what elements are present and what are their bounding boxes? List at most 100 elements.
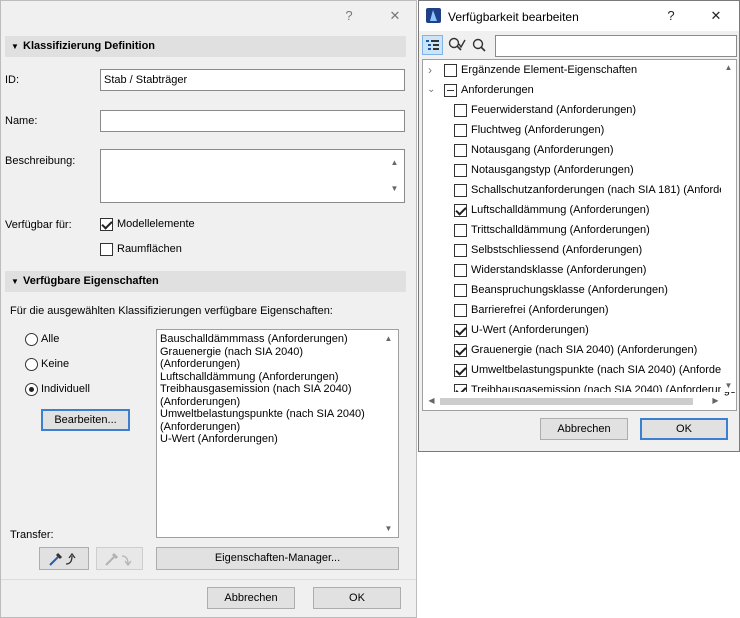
partial-mark-icon — [447, 90, 454, 91]
tree-item[interactable]: Umweltbelastungspunkte (nach SIA 2040) (… — [423, 360, 736, 380]
chevron-right-icon[interactable]: › — [428, 60, 432, 80]
name-field[interactable] — [100, 110, 405, 132]
tree-item[interactable]: Trittschalldämmung (Anforderungen) — [423, 220, 723, 240]
radio-all-option[interactable]: Alle — [25, 333, 125, 349]
tree-item[interactable]: Feuerwiderstand (Anforderungen) — [423, 100, 723, 120]
scroll-up-icon[interactable]: ▲ — [381, 334, 396, 343]
item-checkbox[interactable] — [454, 244, 467, 257]
tree-item[interactable]: Schallschutzanforderungen (nach SIA 181)… — [423, 180, 736, 200]
group-checkbox-partial[interactable] — [444, 84, 457, 97]
item-checkbox[interactable] — [454, 344, 467, 357]
pick-up-settings-button[interactable] — [39, 547, 89, 570]
item-label: Schallschutzanforderungen (nach SIA 181)… — [471, 184, 737, 196]
section-header-properties[interactable]: ▼ Verfügbare Eigenschaften — [5, 271, 406, 292]
scroll-down-icon[interactable]: ▼ — [387, 179, 402, 199]
id-label: ID: — [5, 74, 20, 86]
scroll-up-icon[interactable]: ▲ — [387, 153, 402, 173]
search-input[interactable] — [495, 35, 737, 57]
model-elements-checkbox[interactable] — [100, 218, 113, 231]
radio-all[interactable] — [25, 333, 38, 346]
item-checkbox[interactable] — [454, 104, 467, 117]
item-checkbox[interactable] — [454, 284, 467, 297]
scrollbar-thumb[interactable] — [440, 398, 693, 405]
tree-item[interactable]: Barrierefrei (Anforderungen) — [423, 300, 723, 320]
item-label: Umweltbelastungspunkte (nach SIA 2040) (… — [471, 364, 737, 376]
tree-item[interactable]: Selbstschliessend (Anforderungen) — [423, 240, 723, 260]
cancel-button[interactable]: Abbrechen — [207, 587, 295, 609]
radio-individual-option[interactable]: Individuell — [25, 383, 125, 399]
item-checkbox[interactable] — [454, 224, 467, 237]
filter-selected-button[interactable] — [446, 35, 467, 55]
scroll-down-icon[interactable]: ▼ — [721, 381, 736, 390]
item-checkbox[interactable] — [454, 364, 467, 377]
item-checkbox[interactable] — [454, 144, 467, 157]
property-list-line: Umweltbelastungspunkte (nach SIA 2040) — [160, 408, 365, 420]
close-button[interactable]: ✕ — [385, 6, 405, 26]
property-list-line: (Anforderungen) — [160, 420, 241, 433]
scroll-up-icon[interactable]: ▲ — [721, 63, 736, 72]
item-checkbox[interactable] — [454, 184, 467, 197]
property-list-line: Treibhausgasemission (nach SIA 2040) — [160, 383, 352, 395]
tree-item[interactable]: Grauenergie (nach SIA 2040) (Anforderung… — [423, 340, 723, 360]
property-tree[interactable]: › Ergänzende Element-Eigenschaften ⌄ Anf… — [422, 59, 737, 411]
group-checkbox[interactable] — [444, 64, 457, 77]
zones-checkbox[interactable] — [100, 243, 113, 256]
tree-item[interactable]: Fluchtweg (Anforderungen) — [423, 120, 723, 140]
tree-view-button[interactable] — [422, 35, 443, 55]
tree-group-supplementary[interactable]: › Ergänzende Element-Eigenschaften — [423, 60, 723, 80]
group-label: Anforderungen — [461, 84, 534, 96]
radio-none[interactable] — [25, 358, 38, 371]
item-checkbox[interactable] — [454, 124, 467, 137]
tree-item[interactable]: Beanspruchungsklasse (Anforderungen) — [423, 280, 723, 300]
search-checked-icon — [448, 37, 466, 51]
radio-individual[interactable] — [25, 383, 38, 396]
ok-button[interactable]: OK — [640, 418, 728, 440]
collapse-triangle-icon: ▼ — [11, 277, 19, 286]
divider — [1, 579, 416, 580]
ok-button[interactable]: OK — [313, 587, 401, 609]
item-checkbox[interactable] — [454, 164, 467, 177]
section-title: Klassifizierung Definition — [23, 40, 156, 52]
item-checkbox[interactable] — [454, 324, 467, 337]
inject-settings-button[interactable] — [96, 547, 143, 570]
item-checkbox[interactable] — [454, 264, 467, 277]
help-button[interactable]: ? — [339, 6, 359, 26]
item-checkbox[interactable] — [454, 304, 467, 317]
item-label: Beanspruchungsklasse (Anforderungen) — [471, 284, 668, 296]
eyedropper-icon — [49, 552, 76, 566]
property-manager-button[interactable]: Eigenschaften-Manager... — [156, 547, 399, 570]
tree-group-requirements[interactable]: ⌄ Anforderungen — [423, 80, 723, 100]
description-field[interactable]: ▲ ▼ — [100, 149, 405, 203]
radio-all-label: Alle — [41, 333, 60, 345]
name-label: Name: — [5, 115, 38, 127]
search-button[interactable] — [470, 35, 488, 55]
help-button[interactable]: ? — [661, 6, 681, 26]
scroll-left-icon[interactable]: ◀ — [424, 396, 439, 405]
edit-button[interactable]: Bearbeiten... — [41, 409, 130, 431]
model-elements-option[interactable]: Modellelemente — [100, 218, 195, 234]
close-button[interactable]: ✕ — [706, 6, 726, 26]
chevron-down-icon[interactable]: ⌄ — [427, 80, 435, 100]
radio-none-option[interactable]: Keine — [25, 358, 125, 374]
item-checkbox[interactable] — [454, 204, 467, 217]
tree-view-icon — [426, 40, 439, 50]
horizontal-scrollbar[interactable]: ◀ ▶ — [423, 392, 723, 410]
scroll-right-icon[interactable]: ▶ — [708, 396, 723, 405]
item-label: Feuerwiderstand (Anforderungen) — [471, 104, 637, 116]
tree-item[interactable]: Widerstandsklasse (Anforderungen) — [423, 260, 723, 280]
section-header-definition[interactable]: ▼ Klassifizierung Definition — [5, 36, 406, 57]
group-label: Ergänzende Element-Eigenschaften — [461, 64, 638, 76]
scroll-down-icon[interactable]: ▼ — [381, 524, 396, 533]
properties-list-content: Bauschalldämmmass (Anforderungen) Grauene… — [160, 333, 365, 446]
item-label: Trittschalldämmung (Anforderungen) — [471, 224, 650, 236]
id-field[interactable]: Stab / Stabträger — [100, 69, 405, 91]
zones-option[interactable]: Raumflächen — [100, 243, 182, 259]
model-elements-label: Modellelemente — [117, 218, 195, 230]
tree-item[interactable]: U-Wert (Anforderungen) — [423, 320, 723, 340]
available-properties-list[interactable]: Bauschalldämmmass (Anforderungen) Grauene… — [156, 329, 399, 538]
tree-item[interactable]: Notausgangstyp (Anforderungen) — [423, 160, 723, 180]
vertical-scrollbar[interactable]: ▲ ▼ — [721, 60, 736, 392]
tree-item[interactable]: Notausgang (Anforderungen) — [423, 140, 723, 160]
tree-item[interactable]: Luftschalldämmung (Anforderungen) — [423, 200, 723, 220]
cancel-button[interactable]: Abbrechen — [540, 418, 628, 440]
